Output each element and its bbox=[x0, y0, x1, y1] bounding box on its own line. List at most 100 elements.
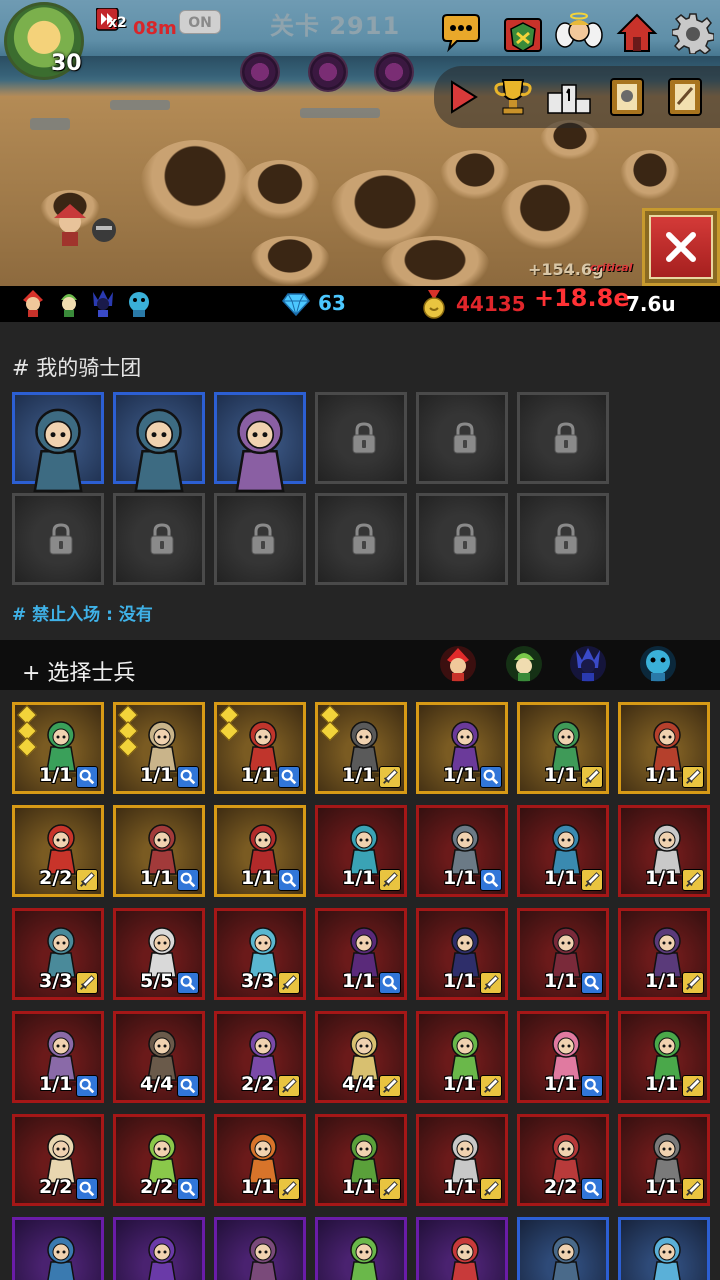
unit-card[interactable]: 1/1 bbox=[618, 908, 710, 1000]
inspect-magnify-icon[interactable] bbox=[177, 972, 199, 994]
unit-card[interactable]: 4/4 bbox=[315, 1011, 407, 1103]
unit-card[interactable]: 1/1 bbox=[214, 1114, 306, 1206]
equip-sword-icon[interactable] bbox=[278, 1075, 300, 1097]
equip-sword-icon[interactable] bbox=[682, 869, 704, 891]
equip-sword-icon[interactable] bbox=[682, 972, 704, 994]
knight-slot-locked[interactable] bbox=[214, 493, 306, 585]
angel-icon[interactable] bbox=[554, 8, 604, 58]
inspect-magnify-icon[interactable] bbox=[76, 766, 98, 788]
inspect-magnify-icon[interactable] bbox=[76, 1075, 98, 1097]
unit-card[interactable]: 1/1 bbox=[113, 805, 205, 897]
knight-slot-locked[interactable] bbox=[416, 392, 508, 484]
knight-slot-locked[interactable] bbox=[315, 493, 407, 585]
fire-filter-icon[interactable] bbox=[436, 642, 480, 686]
dark-filter-icon[interactable] bbox=[566, 642, 610, 686]
unit-card[interactable]: 1/1 bbox=[618, 702, 710, 794]
knight-slot-filled[interactable] bbox=[12, 392, 104, 525]
equip-sword-icon[interactable] bbox=[682, 766, 704, 788]
inspect-magnify-icon[interactable] bbox=[177, 766, 199, 788]
nature-filter-icon[interactable] bbox=[502, 642, 546, 686]
auto-toggle[interactable]: ON bbox=[179, 10, 221, 34]
inspect-magnify-icon[interactable] bbox=[177, 1075, 199, 1097]
knight-slot-locked[interactable] bbox=[12, 493, 104, 585]
water-filter-icon[interactable] bbox=[636, 642, 680, 686]
unit-card[interactable]: 1/1 bbox=[416, 805, 508, 897]
unit-card[interactable] bbox=[517, 1217, 609, 1280]
close-button[interactable] bbox=[642, 208, 720, 286]
equip-sword-icon[interactable] bbox=[76, 869, 98, 891]
unit-card[interactable]: 1/1 bbox=[315, 805, 407, 897]
equip-sword-icon[interactable] bbox=[379, 766, 401, 788]
equip-sword-icon[interactable] bbox=[278, 972, 300, 994]
guild-shield-icon[interactable] bbox=[498, 8, 548, 58]
player-avatar[interactable]: 30 bbox=[4, 2, 84, 80]
unit-card[interactable]: 1/1 bbox=[416, 1011, 508, 1103]
unit-card[interactable]: 1/1 bbox=[315, 908, 407, 1000]
trophy-icon[interactable] bbox=[488, 72, 538, 122]
equip-sword-icon[interactable] bbox=[379, 1075, 401, 1097]
unit-card[interactable]: 2/2 bbox=[113, 1114, 205, 1206]
inspect-magnify-icon[interactable] bbox=[278, 766, 300, 788]
unit-card[interactable]: 2/2 bbox=[214, 1011, 306, 1103]
equip-sword-icon[interactable] bbox=[581, 766, 603, 788]
unit-card[interactable]: 1/1 bbox=[113, 702, 205, 794]
equip-sword-icon[interactable] bbox=[76, 972, 98, 994]
inspect-magnify-icon[interactable] bbox=[581, 1178, 603, 1200]
quest-book-icon[interactable] bbox=[660, 72, 710, 122]
equip-sword-icon[interactable] bbox=[278, 1178, 300, 1200]
unit-card[interactable]: 3/3 bbox=[12, 908, 104, 1000]
inspect-magnify-icon[interactable] bbox=[76, 1178, 98, 1200]
unit-card[interactable]: 4/4 bbox=[113, 1011, 205, 1103]
unit-card[interactable] bbox=[618, 1217, 710, 1280]
unit-card[interactable]: 1/1 bbox=[618, 1011, 710, 1103]
knight-slot-locked[interactable] bbox=[517, 493, 609, 585]
inspect-magnify-icon[interactable] bbox=[480, 869, 502, 891]
unit-card[interactable]: 1/1 bbox=[517, 1011, 609, 1103]
unit-card[interactable]: 1/1 bbox=[416, 908, 508, 1000]
inspect-magnify-icon[interactable] bbox=[379, 972, 401, 994]
ranking-podium-icon[interactable] bbox=[544, 72, 594, 122]
unit-card[interactable] bbox=[315, 1217, 407, 1280]
unit-card[interactable]: 1/1 bbox=[618, 805, 710, 897]
knight-slot-locked[interactable] bbox=[416, 493, 508, 585]
unit-card[interactable]: 3/3 bbox=[214, 908, 306, 1000]
settings-gear-icon[interactable] bbox=[668, 8, 718, 58]
equip-sword-icon[interactable] bbox=[379, 869, 401, 891]
equip-sword-icon[interactable] bbox=[581, 869, 603, 891]
equip-sword-icon[interactable] bbox=[682, 1075, 704, 1097]
unit-card[interactable] bbox=[113, 1217, 205, 1280]
knight-slot-locked[interactable] bbox=[113, 493, 205, 585]
unit-card[interactable]: 1/1 bbox=[12, 702, 104, 794]
home-icon[interactable] bbox=[612, 8, 662, 58]
unit-card[interactable]: 1/1 bbox=[416, 1114, 508, 1206]
knight-slot-locked[interactable] bbox=[315, 392, 407, 484]
inspect-magnify-icon[interactable] bbox=[581, 1075, 603, 1097]
unit-card[interactable] bbox=[214, 1217, 306, 1280]
equip-sword-icon[interactable] bbox=[379, 1178, 401, 1200]
unit-card[interactable]: 2/2 bbox=[12, 1114, 104, 1206]
equip-sword-icon[interactable] bbox=[480, 1178, 502, 1200]
unit-card[interactable]: 2/2 bbox=[517, 1114, 609, 1206]
equip-sword-icon[interactable] bbox=[480, 972, 502, 994]
equip-sword-icon[interactable] bbox=[682, 1178, 704, 1200]
equip-sword-icon[interactable] bbox=[480, 1075, 502, 1097]
unit-card[interactable]: 1/1 bbox=[517, 702, 609, 794]
unit-card[interactable]: 1/1 bbox=[416, 702, 508, 794]
unit-card[interactable] bbox=[416, 1217, 508, 1280]
play-icon[interactable] bbox=[438, 72, 488, 122]
inspect-magnify-icon[interactable] bbox=[278, 869, 300, 891]
knight-slot-filled[interactable] bbox=[214, 392, 306, 525]
unit-card[interactable]: 2/2 bbox=[12, 805, 104, 897]
codex-book-icon[interactable] bbox=[602, 72, 652, 122]
knight-slot-filled[interactable] bbox=[113, 392, 205, 525]
unit-card[interactable]: 1/1 bbox=[214, 702, 306, 794]
chat-icon[interactable] bbox=[436, 8, 486, 58]
unit-card[interactable]: 1/1 bbox=[214, 805, 306, 897]
knight-slot-locked[interactable] bbox=[517, 392, 609, 484]
inspect-magnify-icon[interactable] bbox=[581, 972, 603, 994]
unit-card[interactable]: 1/1 bbox=[517, 805, 609, 897]
unit-card[interactable]: 1/1 bbox=[618, 1114, 710, 1206]
unit-card[interactable]: 5/5 bbox=[113, 908, 205, 1000]
unit-card[interactable]: 1/1 bbox=[315, 702, 407, 794]
unit-card[interactable]: 1/1 bbox=[517, 908, 609, 1000]
